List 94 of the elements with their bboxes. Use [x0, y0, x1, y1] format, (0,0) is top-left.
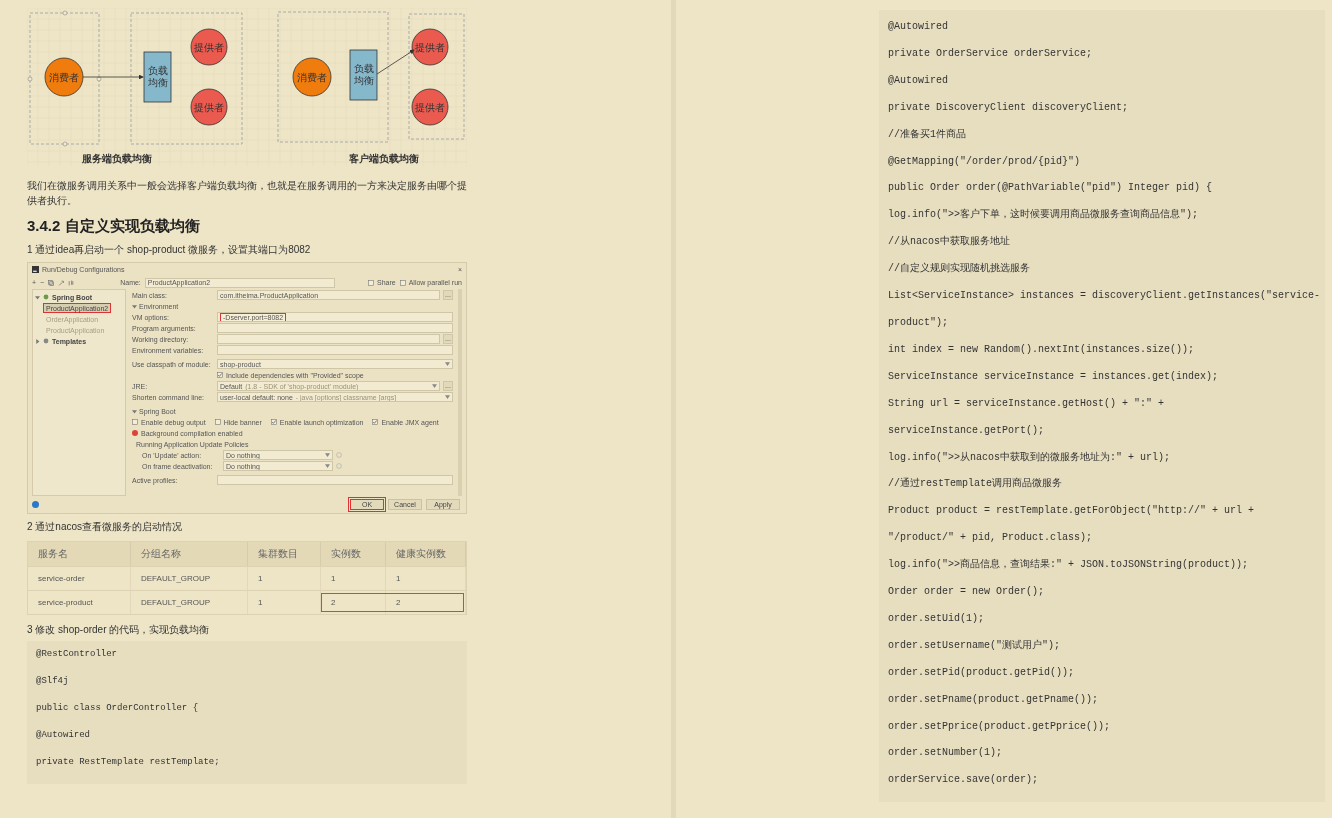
- code-line: public Order order(@PathVariable("pid") Integer pid) {: [888, 181, 1214, 196]
- code-line: @Slf4j: [36, 674, 70, 688]
- code-line: public class OrderController {: [36, 701, 200, 715]
- code-line: product");: [888, 315, 949, 330]
- app-icon: [32, 266, 39, 273]
- error-icon: [132, 430, 138, 436]
- step-text: 3 修改 shop-order 的代码，实现负载均衡: [27, 623, 211, 637]
- consumer-node: 消费者: [292, 57, 332, 97]
- code-line: @Autowired: [888, 73, 949, 88]
- checkbox[interactable]: [132, 419, 138, 425]
- table-cell: 1: [386, 566, 466, 590]
- code-line: //自定义规则实现随机挑选服务: [888, 261, 1031, 277]
- expand-arrow-icon[interactable]: [132, 303, 137, 309]
- code-line: order.setPprice(product.getPprice());: [888, 719, 1112, 734]
- checkbox[interactable]: [214, 419, 221, 425]
- help-icon[interactable]: [32, 501, 39, 508]
- input-field[interactable]: [217, 323, 453, 333]
- consumer-node: 消费者: [44, 57, 84, 97]
- code-line: String url = serviceInstance.getHost() + ":" +: [888, 396, 1166, 411]
- input-field[interactable]: [217, 345, 453, 355]
- sort-icon[interactable]: [68, 279, 75, 286]
- selection-handle[interactable]: [62, 10, 68, 16]
- checkbox[interactable]: [399, 279, 406, 286]
- code-line: Product product = restTemplate.getForObject("http://" + url +: [888, 504, 1256, 519]
- code-line: private OrderService orderService;: [888, 46, 1094, 61]
- table-cell: DEFAULT_GROUP: [131, 566, 248, 590]
- column-header: 集群数目: [248, 542, 321, 566]
- table-cell: 1: [248, 590, 321, 614]
- column-header: 健康实例数: [386, 542, 466, 566]
- code-line: serviceInstance.getPort();: [888, 423, 1046, 438]
- code-line: List<ServiceInstance> instances = discoveryClient.getInstances("service-: [888, 289, 1319, 304]
- selection-handle[interactable]: [62, 141, 68, 147]
- checkbox[interactable]: [368, 279, 374, 286]
- code-line: order.setUsername("测试用户");: [888, 638, 1062, 653]
- expand-arrow-icon[interactable]: [35, 294, 40, 300]
- code-line: Order order = new Order();: [888, 585, 1046, 600]
- table-cell: 2: [386, 590, 466, 614]
- provider-node: 提供者: [411, 28, 449, 66]
- provider-node: 提供者: [411, 88, 449, 126]
- dropdown-caret-icon: [432, 384, 437, 388]
- load-balancer-node: 负载 均衡: [143, 51, 172, 103]
- paragraph: 我们在微服务调用关系中一般会选择客户端负载均衡，也就是在服务调用的一方来决定服务由哪个提供者执行。: [27, 179, 467, 208]
- code-line: log.info(">>客户下单，这时候要调用商品微服务查询商品信息");: [888, 207, 1199, 223]
- code-line: order.setPname(product.getPname());: [888, 692, 1100, 707]
- copy-icon[interactable]: [48, 279, 55, 286]
- input-field[interactable]: [217, 334, 440, 344]
- code-line: int index = new Random().nextInt(instances.size());: [888, 342, 1196, 357]
- table-cell: 1: [321, 566, 386, 590]
- code-line: //从nacos中获取服务地址: [888, 234, 1011, 250]
- dropdown-caret-icon: [325, 453, 330, 457]
- table-cell: service-order: [28, 566, 131, 590]
- checkbox[interactable]: [217, 372, 223, 378]
- selection-handle[interactable]: [96, 76, 102, 82]
- code-line: order.setPid(product.getPid());: [888, 665, 1076, 680]
- code-line: @Autowired: [888, 20, 949, 34]
- code-line: private DiscoveryClient discoveryClient;: [888, 100, 1130, 115]
- provider-node: 提供者: [190, 28, 228, 66]
- section-heading: 3.4.2 自定义实现负载均衡: [27, 216, 201, 236]
- code-line: "/product/" + pid, Product.class);: [888, 531, 1094, 546]
- load-balancer-node: 负载 均衡: [349, 49, 378, 101]
- selection-handle[interactable]: [27, 76, 33, 82]
- code-line: @Autowired: [36, 728, 91, 742]
- dropdown-caret-icon: [445, 395, 450, 399]
- code-line: @GetMapping("/order/prod/{pid}"): [888, 154, 1082, 169]
- diagram-caption: 服务端负载均衡: [82, 153, 152, 164]
- code-line: order.setNumber(1);: [888, 746, 1004, 761]
- provider-node: 提供者: [190, 88, 228, 126]
- code-line: @RestController: [36, 648, 118, 661]
- code-line: private RestTemplate restTemplate;: [36, 755, 221, 769]
- step-text: 1 通过idea再启动一个 shop-product 微服务，设置其端口为8082: [27, 243, 312, 257]
- expand-arrow-icon[interactable]: [132, 408, 137, 414]
- code-line: ServiceInstance serviceInstance = instances.get(index);: [888, 369, 1220, 384]
- column-header: 实例数: [321, 542, 386, 566]
- table-cell: 1: [248, 566, 321, 590]
- table-cell: DEFAULT_GROUP: [131, 590, 248, 614]
- code-line: orderService.save(order);: [888, 773, 1040, 788]
- column-header: 服务名: [28, 542, 131, 566]
- dropdown-caret-icon: [445, 362, 450, 366]
- table-cell: service-product: [28, 590, 131, 614]
- input-field[interactable]: [217, 475, 453, 485]
- diagram-caption: 客户端负载均衡: [349, 153, 419, 164]
- code-line: order.setUid(1);: [888, 611, 985, 626]
- step-text: 2 通过nacos查看微服务的启动情况: [27, 520, 184, 534]
- code-line: //准备买1件商品: [888, 127, 967, 142]
- column-header: 分组名称: [131, 542, 248, 566]
- code-line: //通过restTemplate调用商品微服务: [888, 476, 1063, 492]
- checkbox[interactable]: [372, 419, 379, 425]
- dropdown-caret-icon: [325, 464, 330, 468]
- expand-arrow-icon[interactable]: [35, 338, 40, 344]
- table-cell: 2: [321, 590, 386, 614]
- code-line: log.info(">>商品信息，查询结果:" + JSON.toJSONString(product));: [888, 557, 1250, 573]
- checkbox[interactable]: [270, 419, 277, 425]
- code-line: log.info(">>从nacos中获取到的微服务地址为:" + url);: [888, 450, 1172, 465]
- leaf-icon: [43, 294, 49, 300]
